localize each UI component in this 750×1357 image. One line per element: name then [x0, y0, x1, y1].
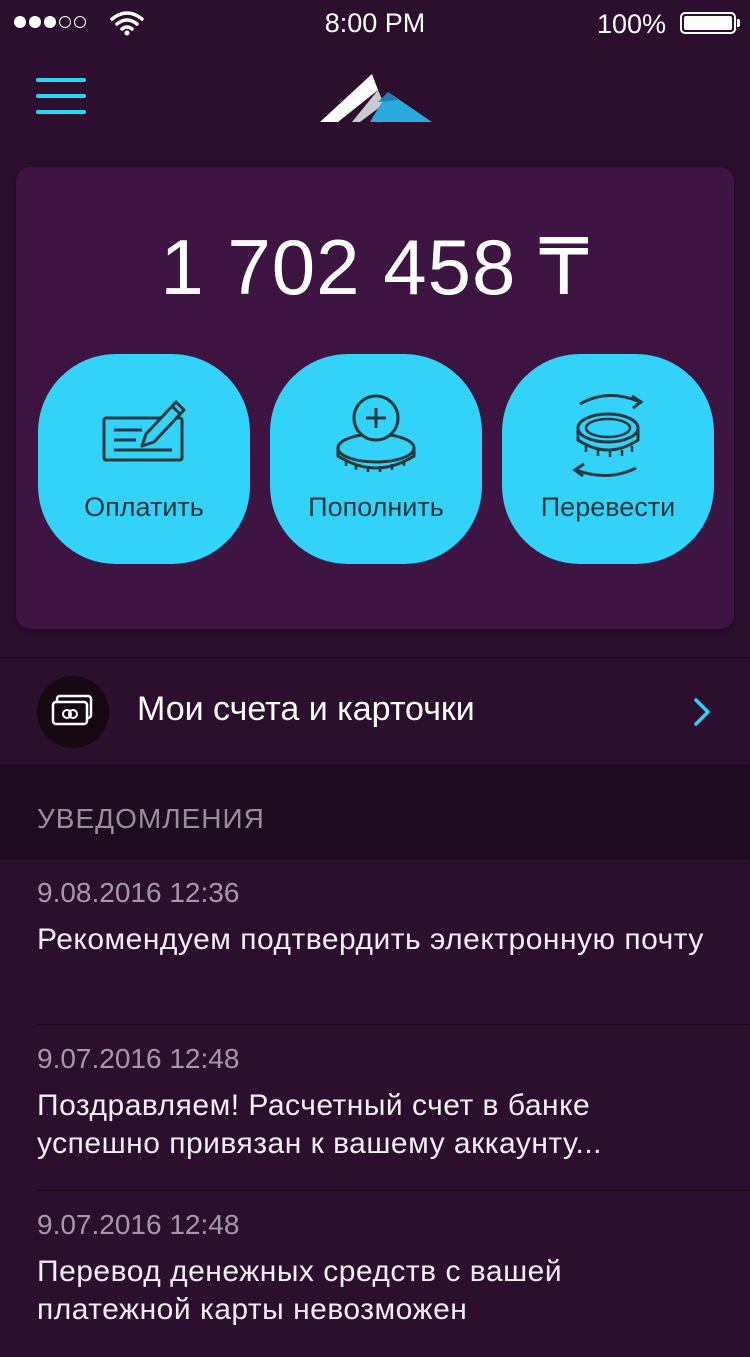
notification-text: Рекомендуем подтвердить электронную почт… — [37, 923, 704, 956]
transfer-button-label: Перевести — [540, 492, 676, 522]
top-up-button[interactable]: Пополнить — [270, 354, 482, 564]
notification-text: Перевод денежных средств с вашей платежн… — [37, 1255, 563, 1326]
pay-button-label: Оплатить — [84, 492, 204, 522]
hamburger-menu-icon[interactable] — [36, 76, 88, 118]
pay-button[interactable]: Оплатить — [38, 354, 250, 564]
notifications-header: УВЕДОМЛЕНИЯ — [0, 765, 750, 859]
check-pen-icon — [102, 400, 186, 462]
notification-item[interactable]: 9.07.2016 12:48 Перевод денежных средств… — [0, 1191, 750, 1357]
status-bar: 8:00 PM 100% — [0, 0, 750, 46]
notification-date: 9.08.2016 12:36 — [37, 877, 240, 908]
notification-item[interactable]: 9.08.2016 12:36 Рекомендуем подтвердить … — [0, 859, 750, 1025]
accounts-label: Мои счета и карточки — [137, 690, 475, 728]
notification-text: Поздравляем! Расчетный счет в банке успе… — [37, 1089, 603, 1160]
coin-transfer-icon — [572, 393, 644, 478]
mountain-logo-icon — [320, 74, 432, 122]
battery-icon — [680, 12, 740, 34]
chevron-right-icon — [694, 698, 710, 726]
balance-amount: 1 702 458 ₸ — [160, 223, 590, 311]
card-icon — [37, 676, 109, 748]
transfer-button[interactable]: Перевести — [502, 354, 714, 564]
notifications-title: УВЕДОМЛЕНИЯ — [37, 803, 265, 834]
top-up-button-label: Пополнить — [308, 492, 444, 522]
coins-plus-icon — [336, 394, 416, 472]
notification-date: 9.07.2016 12:48 — [37, 1209, 240, 1240]
notification-item[interactable]: 9.07.2016 12:48 Поздравляем! Расчетный с… — [0, 1025, 750, 1191]
notification-date: 9.07.2016 12:48 — [37, 1043, 240, 1074]
accounts-row[interactable]: Мои счета и карточки — [0, 658, 750, 764]
battery-percentage: 100% — [596, 9, 666, 39]
notifications-list: 9.08.2016 12:36 Рекомендуем подтвердить … — [0, 859, 750, 1357]
